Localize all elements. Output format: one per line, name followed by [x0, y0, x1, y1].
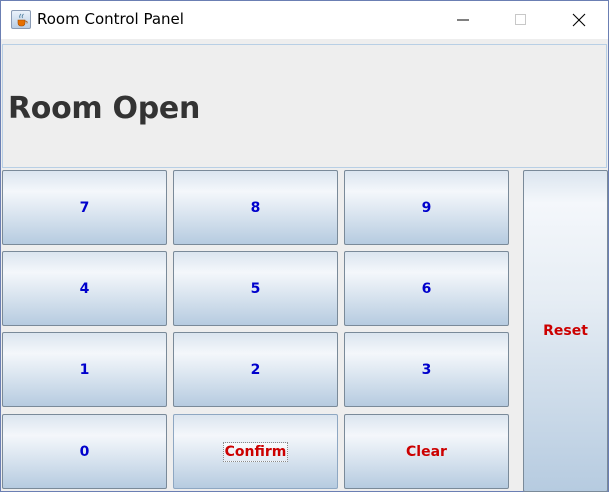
key-4-button[interactable]: 4	[2, 251, 167, 326]
key-2-button[interactable]: 2	[173, 332, 338, 407]
app-window: Room Control Panel Room Open 7 8 9 4 5 6…	[0, 0, 609, 492]
reset-button[interactable]: Reset	[523, 170, 608, 492]
key-8-button[interactable]: 8	[173, 170, 338, 245]
room-status-label: Room Open	[8, 91, 201, 126]
key-6-button[interactable]: 6	[344, 251, 509, 326]
close-icon	[572, 13, 586, 27]
title-bar[interactable]: Room Control Panel	[1, 1, 608, 39]
close-button[interactable]	[550, 1, 608, 39]
key-9-button[interactable]: 9	[344, 170, 509, 245]
key-0-button[interactable]: 0	[2, 414, 167, 489]
java-cup-icon	[11, 10, 31, 29]
maximize-button[interactable]	[492, 1, 550, 39]
confirm-button-label: Confirm	[222, 441, 289, 462]
minimize-button[interactable]	[434, 1, 492, 39]
key-5-button[interactable]: 5	[173, 251, 338, 326]
confirm-button[interactable]: Confirm	[173, 414, 338, 489]
minimize-icon	[457, 19, 469, 21]
key-1-button[interactable]: 1	[2, 332, 167, 407]
status-panel: Room Open	[2, 44, 607, 168]
clear-button[interactable]: Clear	[344, 414, 509, 489]
key-7-button[interactable]: 7	[2, 170, 167, 245]
maximize-icon	[515, 14, 526, 25]
window-title: Room Control Panel	[37, 10, 184, 28]
key-3-button[interactable]: 3	[344, 332, 509, 407]
